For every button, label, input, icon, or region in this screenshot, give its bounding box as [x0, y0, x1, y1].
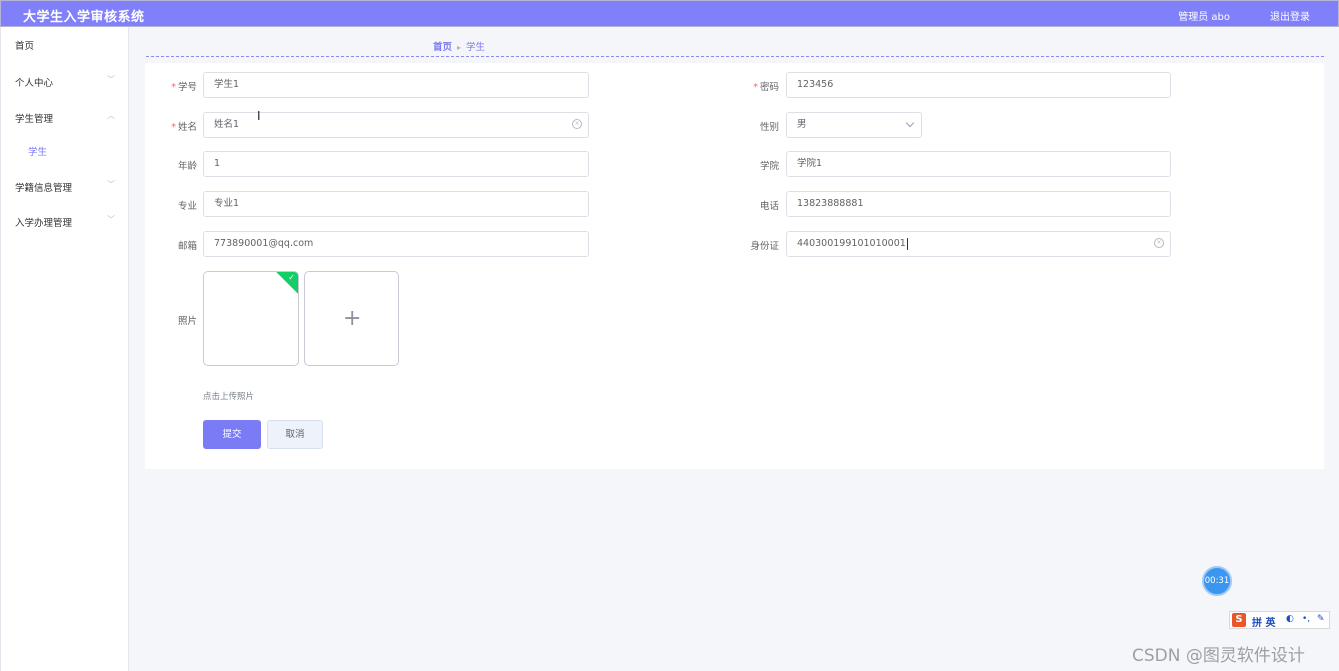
name-input-value: 姓名1 — [214, 119, 240, 130]
sidebar-item-personal-center[interactable]: 个人中心 — [15, 75, 53, 89]
photo-upload-button[interactable]: + — [304, 271, 399, 366]
plus-icon: + — [343, 306, 362, 331]
text-cursor-icon: I — [257, 109, 261, 123]
college-input[interactable]: 学院1 — [786, 151, 1171, 177]
chevron-down-icon: ﹀ — [107, 215, 115, 224]
id-card-input-value: 440300199101010001 — [797, 238, 906, 249]
check-icon: ✓ — [288, 273, 295, 282]
top-header: 大学生入学审核系统 管理员 abo 退出登录 — [0, 0, 1339, 27]
sidebar-item-enrollment-info[interactable]: 学籍信息管理 — [15, 180, 72, 194]
email-label: 邮箱 — [177, 241, 197, 252]
photo-label: 照片 — [177, 316, 197, 327]
email-input[interactable]: 773890001@qq.com — [203, 231, 589, 257]
age-label: 年龄 — [177, 161, 197, 172]
breadcrumb-home[interactable]: 首页 — [433, 42, 452, 53]
gender-label: 性别 — [759, 122, 779, 133]
clear-icon[interactable]: × — [572, 119, 582, 129]
sidebar-subitem-student[interactable]: 学生 — [28, 144, 47, 158]
uploaded-photo-thumbnail[interactable]: ✓ — [203, 271, 299, 366]
id-card-input[interactable]: 440300199101010001 × — [786, 231, 1171, 257]
submit-button[interactable]: 提交 — [203, 420, 261, 449]
sidebar-item-student-management[interactable]: 学生管理 — [15, 111, 53, 125]
major-label: 专业 — [177, 201, 197, 212]
breadcrumb-current: 学生 — [466, 42, 486, 53]
gender-select-value: 男 — [797, 119, 807, 130]
password-input[interactable]: 123456 — [786, 72, 1171, 98]
clear-icon[interactable]: × — [1154, 238, 1164, 248]
photo-upload-tip: 点击上传照片 — [203, 392, 255, 402]
wrench-icon[interactable]: ✎ — [1317, 614, 1325, 624]
moon-icon[interactable]: ◐ — [1286, 614, 1294, 624]
watermark: CSDN @图灵软件设计 — [1132, 646, 1305, 666]
app-title: 大学生入学审核系统 — [23, 10, 145, 25]
breadcrumb-divider — [146, 56, 1324, 57]
password-label: * 密码 — [753, 82, 779, 93]
punctuation-icon[interactable]: •, — [1302, 614, 1310, 624]
sidebar-item-home[interactable]: 首页 — [15, 38, 34, 52]
sidebar: 首页 个人中心 ﹀ 学生管理 ︿ 学生 学籍信息管理 ﹀ 入学办理管理 ﹀ — [0, 27, 129, 671]
college-label: 学院 — [759, 161, 779, 172]
chevron-down-icon: ﹀ — [107, 75, 115, 84]
breadcrumb-separator-icon: ▸ — [457, 43, 462, 52]
chevron-up-icon: ︿ — [107, 111, 115, 120]
upload-success-badge — [274, 272, 298, 295]
age-input[interactable]: 1 — [203, 151, 589, 177]
ime-toolbar[interactable]: S 拼 英 ◐ •, ✎ — [1229, 611, 1330, 629]
sogou-logo-icon: S — [1232, 613, 1246, 627]
name-label: * 姓名 — [171, 122, 197, 133]
name-input[interactable]: 姓名1 × — [203, 112, 589, 138]
required-mark: * — [753, 82, 758, 93]
required-mark: * — [171, 82, 176, 93]
sidebar-item-admission-handling[interactable]: 入学办理管理 — [15, 215, 72, 229]
phone-label: 电话 — [759, 201, 779, 212]
student-no-input[interactable]: 学生1 — [203, 72, 589, 98]
gender-select[interactable]: 男 — [786, 112, 922, 138]
phone-input[interactable]: 13823888881 — [786, 191, 1171, 217]
required-mark: * — [171, 122, 176, 133]
logout-link[interactable]: 退出登录 — [1270, 8, 1310, 23]
text-caret — [906, 237, 908, 250]
breadcrumb: 首页 ▸ 学生 — [433, 39, 485, 53]
student-no-label: * 学号 — [171, 82, 197, 93]
ime-mode-label[interactable]: 拼 英 — [1252, 614, 1275, 629]
major-input[interactable]: 专业1 — [203, 191, 589, 217]
cancel-button[interactable]: 取消 — [267, 420, 323, 449]
admin-user-label: 管理员 abo — [1178, 12, 1230, 23]
recording-timer[interactable]: 00:31 — [1202, 566, 1232, 596]
chevron-down-icon — [905, 118, 915, 128]
id-card-label: 身份证 — [750, 241, 779, 252]
chevron-down-icon: ﹀ — [107, 180, 115, 189]
